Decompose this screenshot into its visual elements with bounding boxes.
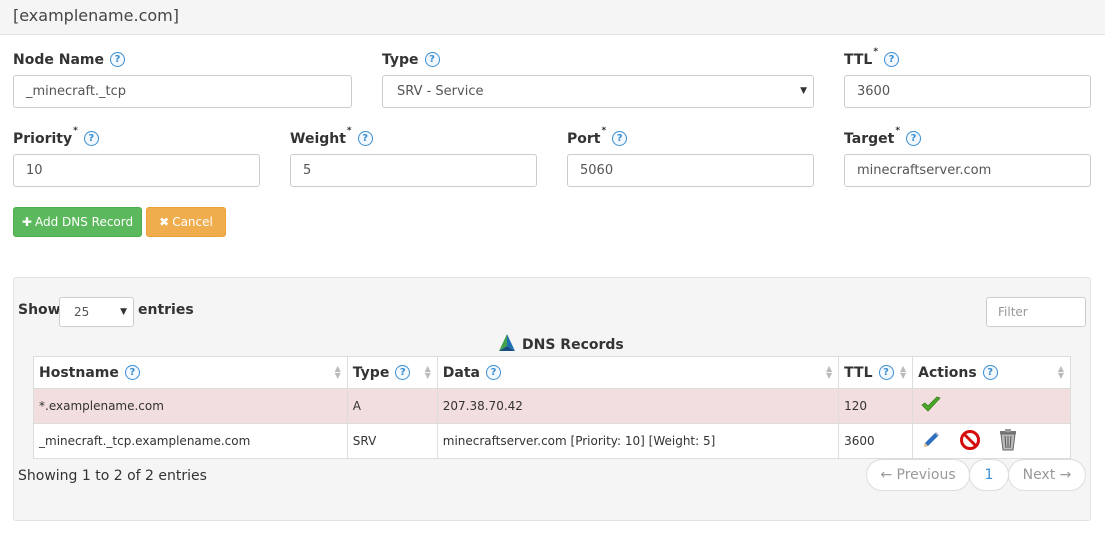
weight-help-icon[interactable]: ? [357,131,373,146]
trash-icon[interactable] [999,428,1017,454]
table-row: _minecraft._tcp.examplename.com SRV mine… [33,423,1071,459]
cancel-button[interactable]: ✖ Cancel [146,207,226,237]
ttl-column-help-icon[interactable]: ? [878,365,894,380]
hostname-cell: *.examplename.com [33,388,348,424]
ban-icon[interactable] [959,429,981,454]
column-header-actions[interactable]: Actions? ▲ ▼ [912,356,1071,389]
actions-cell [912,388,1071,424]
actions-cell [912,423,1071,459]
priority-help-icon[interactable]: ? [83,131,99,146]
page-length-select[interactable]: 25 ▼ [59,297,134,327]
page-title: [examplename.com] [13,6,179,25]
show-label: Show [18,302,61,318]
ttl-label: TTL * ? [844,48,900,70]
actions-help-icon[interactable]: ? [982,365,998,380]
header-bar: [examplename.com] [0,0,1105,35]
type-select[interactable]: SRV - Service ▼ [382,75,814,108]
caret-down-icon: ▼ [800,86,807,96]
data-cell: 207.38.70.42 [436,388,840,424]
next-page-button[interactable]: Next → [1008,459,1086,491]
node-name-input[interactable]: _minecraft._tcp [13,75,352,108]
sort-icon: ▲ ▼ [826,364,833,380]
column-header-hostname[interactable]: Hostname? ▲ ▼ [33,356,348,389]
target-label: Target * ? [844,127,922,149]
node-name-label: Node Name ? [13,50,125,70]
ttl-cell: 3600 [838,423,914,459]
plus-icon: ✚ [21,215,32,229]
table-row: *.examplename.com A 207.38.70.42 120 [33,388,1071,424]
weight-input[interactable]: 5 [290,154,537,187]
times-icon: ✖ [159,215,170,229]
filter-input[interactable]: Filter [986,297,1086,327]
column-header-type[interactable]: Type? ▲ ▼ [346,356,438,389]
sort-icon: ▲ ▼ [334,364,341,380]
page-1-button[interactable]: 1 [969,459,1009,491]
ttl-cell: 120 [838,388,914,424]
sort-icon: ▲ ▼ [424,364,431,380]
caret-down-icon: ▼ [120,307,127,317]
column-header-data[interactable]: Data? ▲ ▼ [436,356,840,389]
data-cell: minecraftserver.com [Priority: 10] [Weig… [436,423,840,459]
column-header-ttl[interactable]: TTL? ▲ ▼ [838,356,914,389]
port-label: Port * ? [567,127,628,149]
hostname-help-icon[interactable]: ? [124,365,140,380]
type-column-help-icon[interactable]: ? [395,365,411,380]
target-input[interactable]: minecraftserver.com [844,154,1091,187]
dns-records-table: Hostname? ▲ ▼ Type? ▲ ▼ Data? ▲ ▼ TTL? ▲ ▼ A… [33,356,1071,459]
type-label: Type ? [382,50,440,70]
checkmark-icon[interactable] [921,396,941,417]
data-help-icon[interactable]: ? [485,365,501,380]
table-title: DNS Records [497,333,624,357]
priority-input[interactable]: 10 [13,154,260,187]
weight-label: Weight * ? [290,127,373,149]
sort-icon: ▲ ▼ [899,364,907,380]
type-help-icon[interactable]: ? [424,52,440,67]
add-dns-record-button[interactable]: ✚ Add DNS Record [13,207,142,237]
priority-label: Priority * ? [13,127,99,149]
dns-logo-icon [497,333,517,357]
ttl-input[interactable]: 3600 [844,75,1091,108]
port-input[interactable]: 5060 [567,154,814,187]
entries-label: entries [138,302,194,318]
sort-icon: ▲ ▼ [1057,364,1064,380]
type-cell: SRV [346,423,438,459]
table-header-row: Hostname? ▲ ▼ Type? ▲ ▼ Data? ▲ ▼ TTL? ▲ ▼ A… [33,356,1071,389]
port-help-icon[interactable]: ? [612,131,628,146]
previous-page-button[interactable]: ← Previous [866,459,970,491]
type-cell: A [346,388,438,424]
pencil-icon[interactable] [921,430,941,453]
hostname-cell: _minecraft._tcp.examplename.com [33,423,348,459]
table-info: Showing 1 to 2 of 2 entries [18,468,207,484]
node-name-help-icon[interactable]: ? [109,52,125,67]
target-help-icon[interactable]: ? [906,131,922,146]
ttl-help-icon[interactable]: ? [884,52,900,67]
